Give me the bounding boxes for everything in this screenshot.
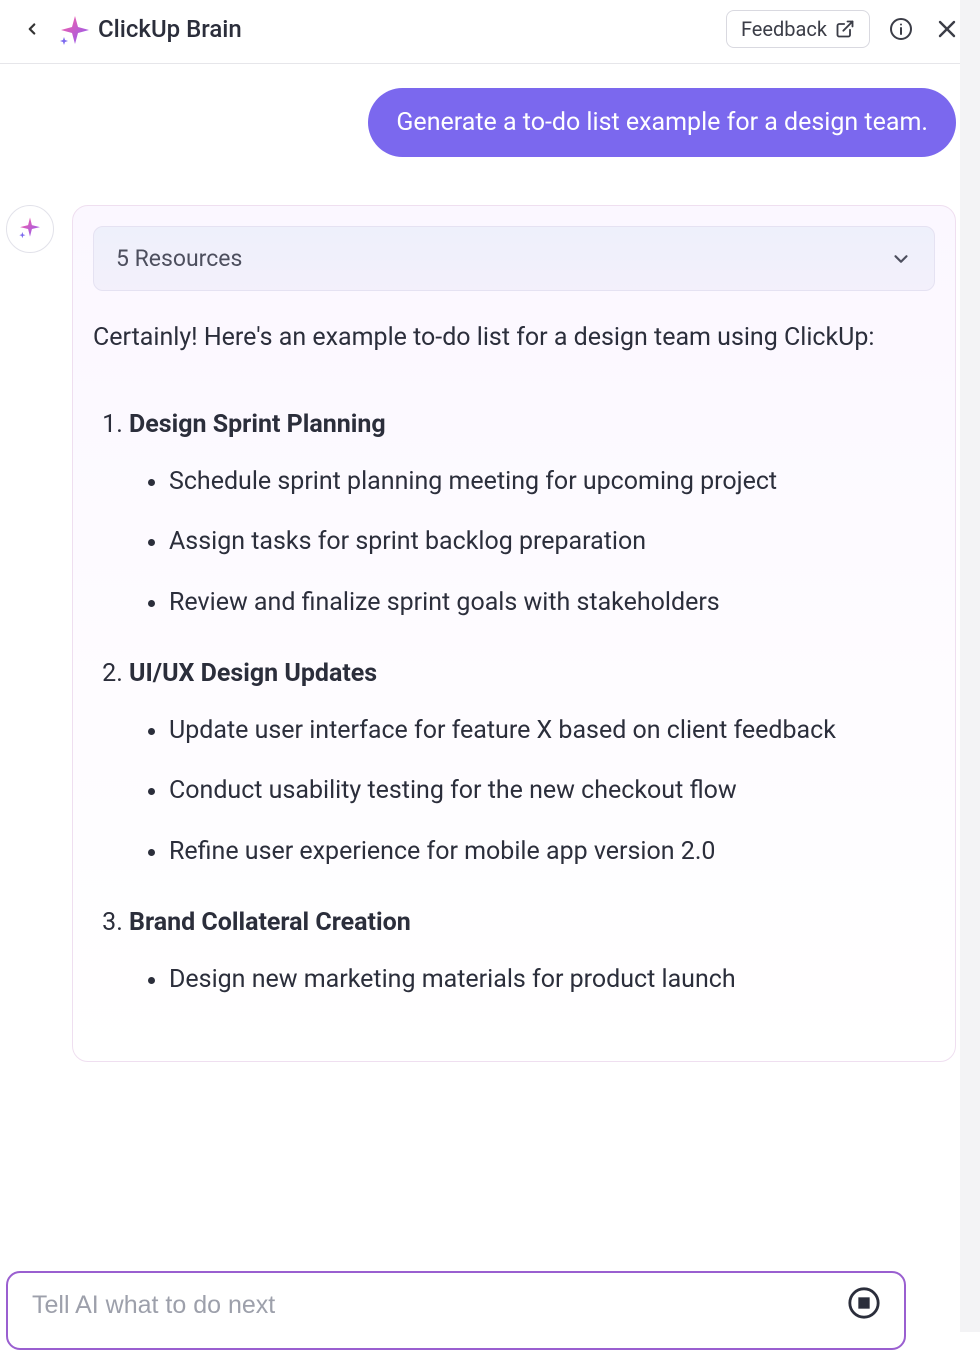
back-button[interactable] xyxy=(18,15,46,43)
sparkle-icon xyxy=(17,216,43,242)
ai-input-field[interactable] xyxy=(32,1291,834,1320)
resources-toggle[interactable]: 5 Resources xyxy=(93,226,935,291)
header-left: ClickUp Brain xyxy=(18,15,242,43)
chevron-left-icon xyxy=(23,20,41,38)
app-title: ClickUp Brain xyxy=(98,15,242,43)
close-icon xyxy=(935,17,959,41)
ai-avatar xyxy=(6,205,54,253)
ai-input-box[interactable] xyxy=(6,1271,906,1350)
ai-intro-text: Certainly! Here's an example to-do list … xyxy=(93,319,935,358)
section-items: Design new marketing materials for produ… xyxy=(129,961,935,1000)
user-message-bubble: Generate a to-do list example for a desi… xyxy=(368,88,956,157)
chevron-down-icon xyxy=(890,248,912,270)
feedback-button[interactable]: Feedback xyxy=(726,10,870,48)
section-title: Brand Collateral Creation xyxy=(129,908,411,937)
todo-section: Brand Collateral Creation Design new mar… xyxy=(129,904,935,1000)
section-title: UI/UX Design Updates xyxy=(129,659,377,688)
chat-area: Generate a to-do list example for a desi… xyxy=(0,64,980,1062)
list-item: Design new marketing materials for produ… xyxy=(169,961,935,1000)
todo-section: Design Sprint Planning Schedule sprint p… xyxy=(129,406,935,623)
stop-button[interactable] xyxy=(844,1283,884,1323)
header: ClickUp Brain Feedback xyxy=(0,0,980,64)
todo-list: Design Sprint Planning Schedule sprint p… xyxy=(93,406,935,1000)
info-icon xyxy=(889,17,913,41)
section-items: Update user interface for feature X base… xyxy=(129,712,935,872)
header-right: Feedback xyxy=(726,10,962,48)
list-item: Refine user experience for mobile app ve… xyxy=(169,833,935,872)
list-item: Schedule sprint planning meeting for upc… xyxy=(169,463,935,502)
feedback-label: Feedback xyxy=(741,17,827,41)
external-link-icon xyxy=(835,19,855,39)
resources-label: 5 Resources xyxy=(116,245,242,272)
scroll-track[interactable] xyxy=(960,0,980,1332)
list-item: Conduct usability testing for the new ch… xyxy=(169,772,935,811)
info-button[interactable] xyxy=(886,14,916,44)
brain-sparkle-icon xyxy=(58,15,86,43)
list-item: Update user interface for feature X base… xyxy=(169,712,935,751)
list-item: Review and finalize sprint goals with st… xyxy=(169,584,935,623)
section-items: Schedule sprint planning meeting for upc… xyxy=(129,463,935,623)
section-title: Design Sprint Planning xyxy=(129,410,386,439)
ai-response-card: 5 Resources Certainly! Here's an example… xyxy=(72,205,956,1062)
stop-icon xyxy=(847,1286,881,1320)
list-item: Assign tasks for sprint backlog preparat… xyxy=(169,523,935,562)
close-button[interactable] xyxy=(932,14,962,44)
user-message-row: Generate a to-do list example for a desi… xyxy=(24,88,956,157)
ai-message-row: 5 Resources Certainly! Here's an example… xyxy=(24,205,956,1062)
todo-section: UI/UX Design Updates Update user interfa… xyxy=(129,655,935,872)
